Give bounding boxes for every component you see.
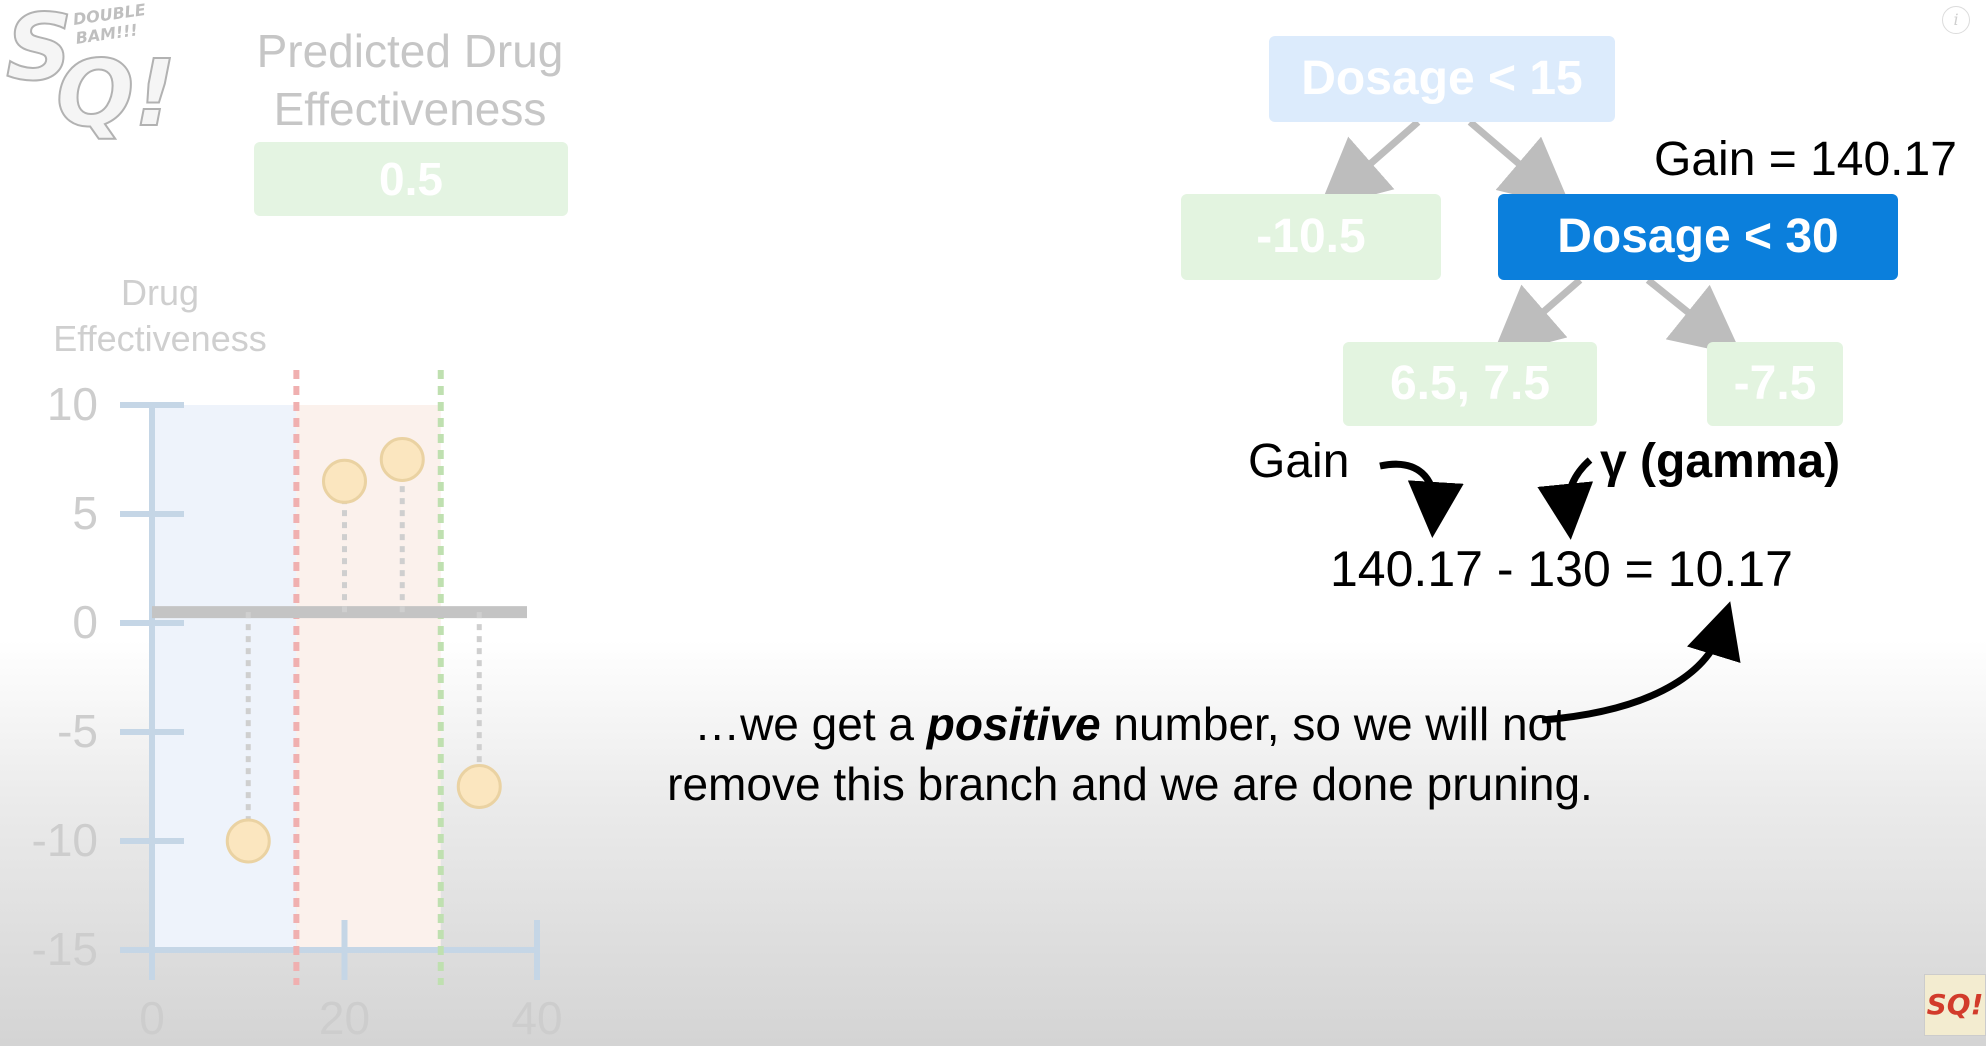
gain-value-label: Gain = 140.17 bbox=[1654, 133, 1957, 186]
caption-emphasis: positive bbox=[926, 698, 1101, 750]
tree-leaf-residuals: 6.5, 7.5 bbox=[1343, 342, 1597, 426]
tree-edge-root-right bbox=[1467, 119, 1572, 209]
statquest-small-logo: SQ! bbox=[1924, 974, 1986, 1036]
tree-edge-root-left bbox=[1318, 119, 1421, 210]
gamma-arrow bbox=[1537, 457, 1594, 540]
gamma-label: γ (gamma) bbox=[1600, 435, 1841, 488]
equation: 140.17 - 130 = 10.17 bbox=[1330, 541, 1793, 597]
tree-left-leaf: -10.5 bbox=[1181, 194, 1441, 280]
gain-arrow bbox=[1379, 460, 1464, 538]
tree-split-node: Dosage < 30 bbox=[1498, 194, 1898, 280]
tree-right-leaf: -7.5 bbox=[1707, 342, 1843, 426]
tree-edge-node-left bbox=[1491, 277, 1583, 357]
tree-edge-node-right bbox=[1645, 277, 1743, 356]
gain-word: Gain bbox=[1248, 435, 1350, 488]
caption-part1: …we get a bbox=[694, 698, 927, 750]
caption: …we get a positive number, so we will no… bbox=[640, 694, 1620, 814]
tree-root-node: Dosage < 15 bbox=[1269, 36, 1615, 122]
